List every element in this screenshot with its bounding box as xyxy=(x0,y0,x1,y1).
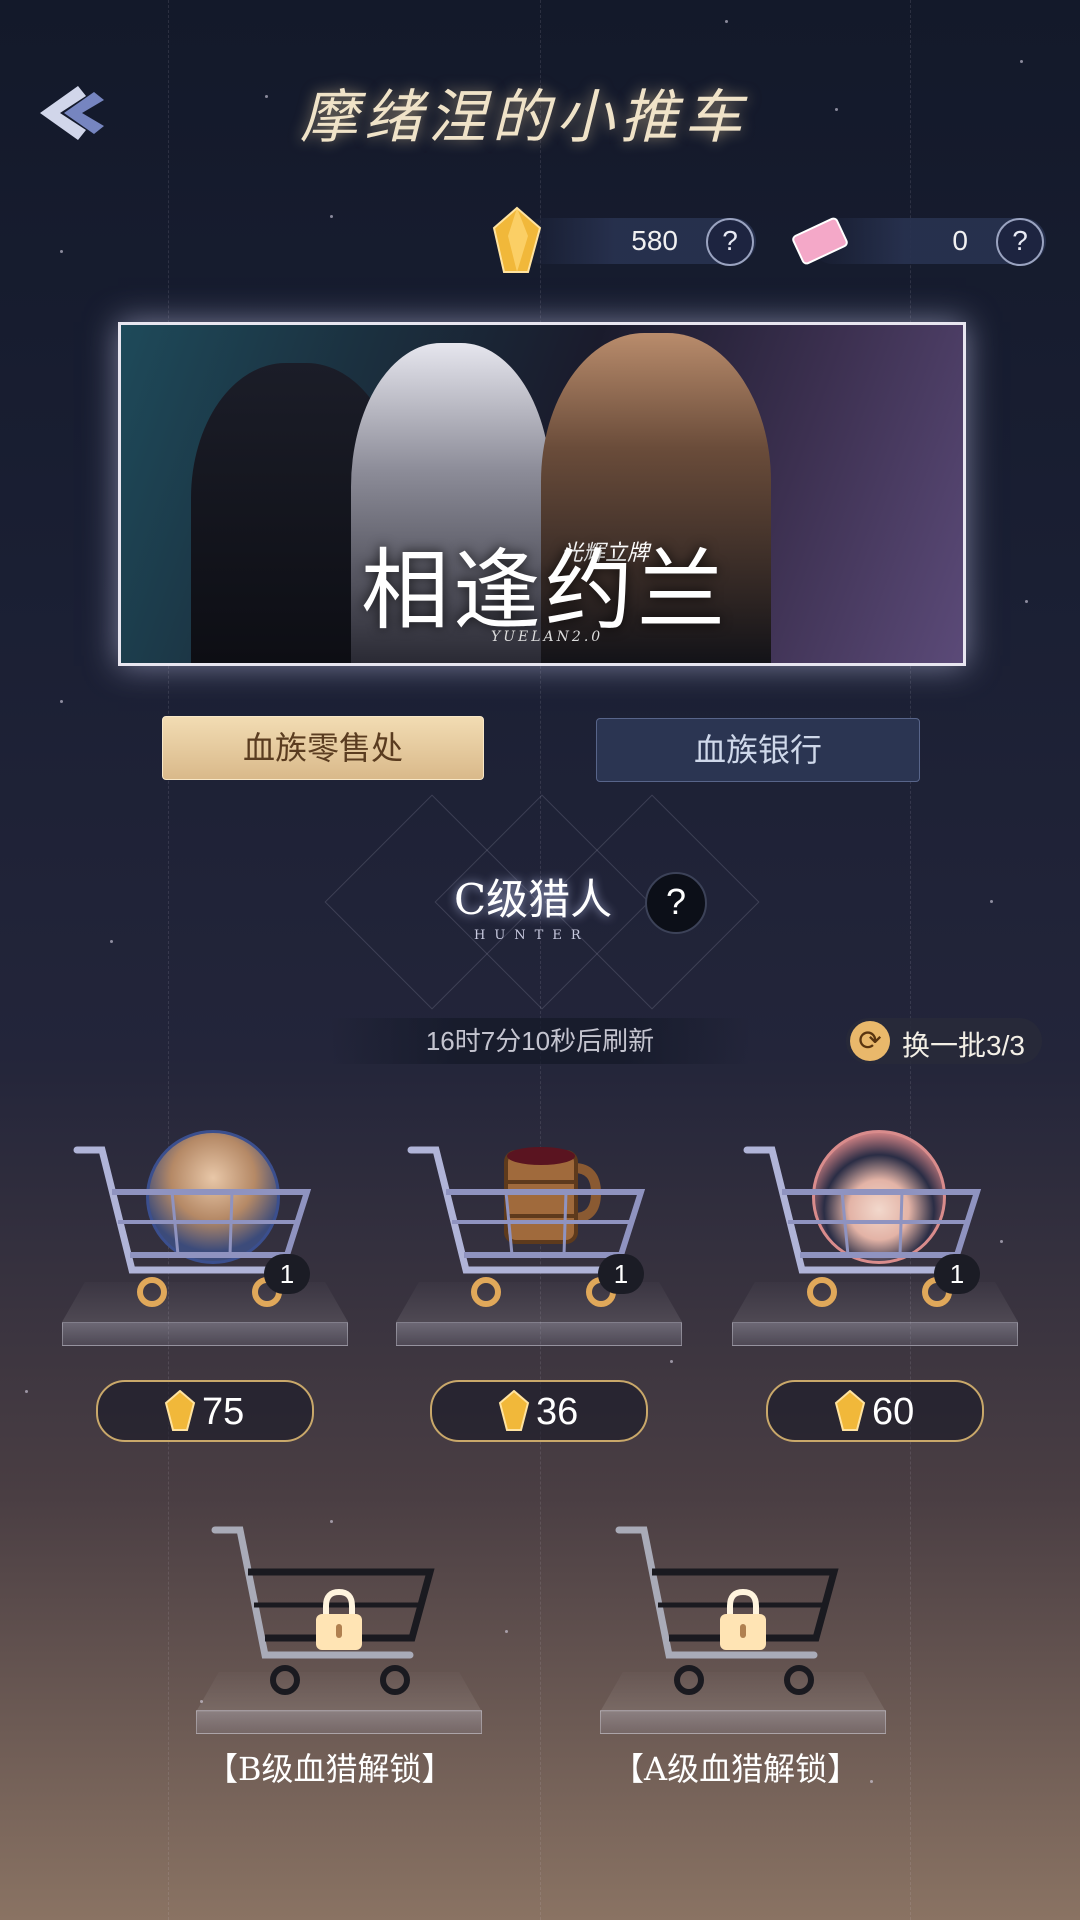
rank-help-button[interactable]: ? xyxy=(645,872,707,934)
cart-platform xyxy=(600,1710,886,1734)
tab-bank[interactable]: 血族银行 xyxy=(596,718,920,782)
cart-platform xyxy=(396,1322,682,1346)
currency-ticket: 0 ? xyxy=(792,217,1046,266)
banner-subtitle: YUELAN2.0 xyxy=(491,629,604,645)
promo-banner[interactable]: 光辉立牌 相逢约兰 YUELAN2.0 xyxy=(118,322,966,666)
price-button[interactable]: 75 xyxy=(96,1380,314,1442)
refresh-timer: 16时7分10秒后刷新 xyxy=(330,1018,750,1064)
gold-crystal-icon xyxy=(834,1390,866,1431)
price-button[interactable]: 60 xyxy=(766,1380,984,1442)
lock-icon xyxy=(316,1588,362,1650)
refresh-batch-button[interactable]: ⟳ 换一批3/3 xyxy=(846,1018,1042,1064)
currency-gold: 580 ? xyxy=(492,206,756,273)
gold-crystal-icon xyxy=(498,1390,530,1431)
item-quantity: 1 xyxy=(934,1254,980,1294)
cart-slot[interactable]: 1 xyxy=(732,1130,1018,1360)
price-value: 60 xyxy=(872,1391,915,1433)
price-button[interactable]: 36 xyxy=(430,1380,648,1442)
locked-cart-slot[interactable] xyxy=(600,1514,886,1740)
lock-icon xyxy=(720,1588,766,1650)
dashed-guide xyxy=(910,0,912,1920)
locked-a-label: 【A级血猎解锁】 xyxy=(612,1750,860,1788)
gold-crystal-icon xyxy=(164,1390,196,1431)
cart-platform xyxy=(732,1322,1018,1346)
gold-crystal-icon xyxy=(492,206,542,273)
cart-platform xyxy=(196,1710,482,1734)
back-button[interactable] xyxy=(34,78,114,148)
cart-platform xyxy=(62,1322,348,1346)
item-quantity: 1 xyxy=(598,1254,644,1294)
hunter-rank-sub: HUNTER xyxy=(474,928,590,943)
refresh-icon: ⟳ xyxy=(850,1021,890,1061)
ticket-count: 0 xyxy=(952,225,968,256)
item-quantity: 1 xyxy=(264,1254,310,1294)
cart-slot[interactable]: 1 xyxy=(396,1130,682,1360)
dashed-guide xyxy=(168,0,170,1920)
gold-count: 580 xyxy=(631,225,678,256)
tab-retail[interactable]: 血族零售处 xyxy=(162,716,484,780)
price-value: 75 xyxy=(202,1391,245,1433)
back-arrow-icon xyxy=(40,86,104,140)
ticket-icon xyxy=(792,217,848,265)
cart-slot[interactable]: 1 xyxy=(62,1130,348,1360)
price-value: 36 xyxy=(536,1391,579,1433)
banner-title: 相逢约兰 xyxy=(361,539,730,642)
refresh-label: 换一批3/3 xyxy=(902,1030,1025,1061)
hunter-rank-label: C级猎人 xyxy=(454,875,613,924)
gold-help-button[interactable]: ? xyxy=(706,218,754,266)
locked-b-label: 【B级血猎解锁】 xyxy=(206,1750,454,1788)
ticket-help-button[interactable]: ? xyxy=(996,218,1044,266)
locked-cart-slot[interactable] xyxy=(196,1514,482,1740)
page-title: 摩绪涅的小推车 xyxy=(300,83,749,151)
